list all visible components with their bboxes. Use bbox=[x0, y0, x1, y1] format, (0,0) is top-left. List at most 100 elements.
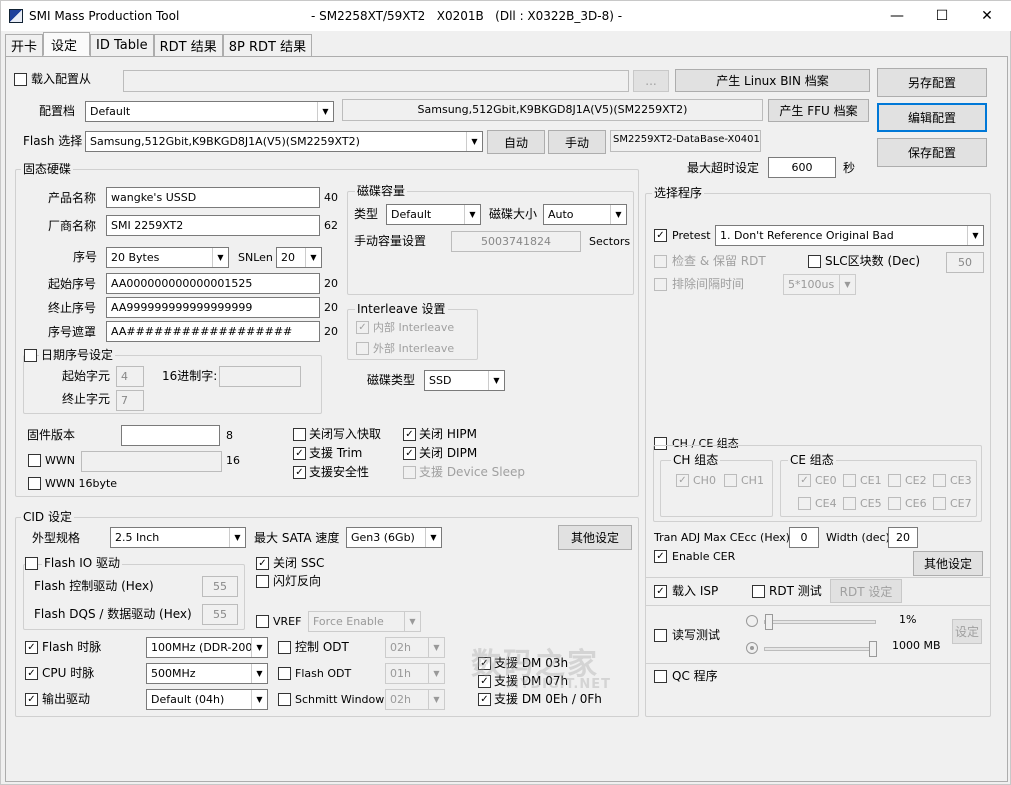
pretest-checkbox[interactable]: ✓ bbox=[654, 229, 667, 242]
end-char-input[interactable]: 7 bbox=[116, 390, 144, 411]
trim-checkbox[interactable]: ✓ bbox=[293, 447, 306, 460]
wwn-checkbox[interactable] bbox=[28, 454, 41, 467]
save-as-button[interactable]: 另存配置 bbox=[877, 68, 987, 97]
manual-capacity-input[interactable]: 5003741824 bbox=[451, 231, 581, 252]
hipm-checkbox[interactable]: ✓ bbox=[403, 428, 416, 441]
ce7-checkbox[interactable] bbox=[933, 497, 946, 510]
dm0e-checkbox[interactable]: ✓ bbox=[478, 693, 491, 706]
flash-ctrl-drive-input[interactable]: 55 bbox=[202, 576, 238, 597]
close-write-cache-checkbox[interactable] bbox=[293, 428, 306, 441]
tab-8p-rdt-result[interactable]: 8P RDT 结果 bbox=[222, 34, 313, 56]
load-config-checkbox[interactable] bbox=[14, 73, 27, 86]
cid-other-settings-button[interactable]: 其他设定 bbox=[558, 525, 632, 550]
rw-percent-radio[interactable] bbox=[746, 615, 758, 627]
rdt-setting-button[interactable]: RDT 设定 bbox=[830, 579, 902, 603]
check-rdt-checkbox[interactable] bbox=[654, 255, 667, 268]
exclude-interval-select[interactable]: 5*100us ▼ bbox=[783, 274, 856, 295]
save-config-button[interactable]: 保存配置 bbox=[877, 138, 987, 167]
tran-adj-input[interactable]: 0 bbox=[789, 527, 819, 548]
ch0-checkbox[interactable]: ✓ bbox=[676, 474, 689, 487]
date-sn-checkbox[interactable] bbox=[24, 349, 37, 362]
serial-select[interactable]: 20 Bytes ▼ bbox=[106, 247, 229, 268]
program-other-settings-button[interactable]: 其他设定 bbox=[913, 551, 983, 576]
ce6-checkbox[interactable] bbox=[888, 497, 901, 510]
ctrl-odt-checkbox[interactable] bbox=[278, 641, 291, 654]
snlen-select[interactable]: 20 ▼ bbox=[276, 247, 322, 268]
close-ssc-checkbox[interactable]: ✓ bbox=[256, 557, 269, 570]
size-slider-track[interactable] bbox=[764, 647, 876, 651]
rw-size-radio[interactable] bbox=[746, 642, 758, 654]
sn-mask-input[interactable]: AA################## bbox=[106, 321, 320, 342]
flash-clock-checkbox[interactable]: ✓ bbox=[25, 641, 38, 654]
cpu-clock-select[interactable]: 500MHz ▼ bbox=[146, 663, 268, 684]
fw-version-input[interactable] bbox=[121, 425, 220, 446]
ce3-checkbox[interactable] bbox=[933, 474, 946, 487]
ce1-checkbox[interactable] bbox=[843, 474, 856, 487]
size-slider-thumb[interactable] bbox=[869, 641, 877, 657]
flash-odt-select[interactable]: 01h ▼ bbox=[385, 663, 445, 684]
flash-odt-checkbox[interactable] bbox=[278, 667, 291, 680]
product-name-input[interactable]: wangke's USSD bbox=[106, 187, 320, 208]
capacity-type-select[interactable]: Default ▼ bbox=[386, 204, 481, 225]
dipm-checkbox[interactable]: ✓ bbox=[403, 447, 416, 460]
schmitt-select[interactable]: 02h ▼ bbox=[385, 689, 445, 710]
slc-input[interactable]: 50 bbox=[946, 252, 984, 273]
schmitt-checkbox[interactable] bbox=[278, 693, 291, 706]
config-path-field[interactable] bbox=[123, 70, 629, 92]
external-interleave-checkbox[interactable] bbox=[356, 342, 369, 355]
pretest-select[interactable]: 1. Don't Reference Original Bad ▼ bbox=[715, 225, 984, 246]
maximize-icon[interactable]: ☐ bbox=[919, 1, 965, 31]
form-factor-select[interactable]: 2.5 Inch ▼ bbox=[110, 527, 246, 548]
start-char-input[interactable]: 4 bbox=[116, 366, 144, 387]
ce4-checkbox[interactable] bbox=[798, 497, 811, 510]
rdt-test-checkbox[interactable] bbox=[752, 585, 765, 598]
tab-rdt-result[interactable]: RDT 结果 bbox=[153, 34, 223, 56]
enable-cer-checkbox[interactable]: ✓ bbox=[654, 550, 667, 563]
cpu-clock-checkbox[interactable]: ✓ bbox=[25, 667, 38, 680]
close-icon[interactable]: ✕ bbox=[964, 1, 1010, 31]
output-drive-checkbox[interactable]: ✓ bbox=[25, 693, 38, 706]
browse-button[interactable]: ... bbox=[633, 70, 669, 92]
vendor-name-input[interactable]: SMI 2259XT2 bbox=[106, 215, 320, 236]
ctrl-odt-select[interactable]: 02h ▼ bbox=[385, 637, 445, 658]
manual-button[interactable]: 手动 bbox=[548, 130, 606, 154]
sata-speed-select[interactable]: Gen3 (6Gb) ▼ bbox=[346, 527, 442, 548]
vref-checkbox[interactable] bbox=[256, 615, 269, 628]
internal-interleave-checkbox[interactable]: ✓ bbox=[356, 321, 369, 334]
wwn16-checkbox[interactable] bbox=[28, 477, 41, 490]
ffu-button[interactable]: 产生 FFU 档案 bbox=[768, 99, 869, 122]
flash-io-checkbox[interactable] bbox=[25, 557, 38, 570]
disk-size-select[interactable]: Auto ▼ bbox=[543, 204, 627, 225]
output-drive-select[interactable]: Default (04h) ▼ bbox=[146, 689, 268, 710]
slc-checkbox[interactable] bbox=[808, 255, 821, 268]
flash-select[interactable]: Samsung,512Gbit,K9BKGD8J1A(V5)(SM2259XT2… bbox=[85, 131, 483, 152]
flash-clock-select[interactable]: 100MHz (DDR-200) ▼ bbox=[146, 637, 268, 658]
load-isp-checkbox[interactable]: ✓ bbox=[654, 585, 667, 598]
security-checkbox[interactable]: ✓ bbox=[293, 466, 306, 479]
ce0-checkbox[interactable]: ✓ bbox=[798, 474, 811, 487]
linux-bin-button[interactable]: 产生 Linux BIN 档案 bbox=[675, 69, 870, 92]
qc-checkbox[interactable] bbox=[654, 670, 667, 683]
led-invert-checkbox[interactable] bbox=[256, 575, 269, 588]
width-input[interactable]: 20 bbox=[888, 527, 918, 548]
ch1-checkbox[interactable] bbox=[724, 474, 737, 487]
disk-type-select[interactable]: SSD ▼ bbox=[424, 370, 505, 391]
auto-button[interactable]: 自动 bbox=[487, 130, 545, 154]
percent-slider-thumb[interactable] bbox=[765, 614, 773, 630]
exclude-interval-checkbox[interactable] bbox=[654, 278, 667, 291]
end-sn-input[interactable]: AA999999999999999999 bbox=[106, 297, 320, 318]
profile-select[interactable]: Default ▼ bbox=[85, 101, 334, 122]
percent-slider-track[interactable] bbox=[764, 620, 876, 624]
tab-settings[interactable]: 设定 bbox=[43, 32, 91, 56]
timeout-input[interactable]: 600 bbox=[768, 157, 836, 178]
wwn-input[interactable] bbox=[81, 451, 222, 472]
vref-select[interactable]: Force Enable ▼ bbox=[308, 611, 421, 632]
ce5-checkbox[interactable] bbox=[843, 497, 856, 510]
start-sn-input[interactable]: AA000000000000001525 bbox=[106, 273, 320, 294]
device-sleep-checkbox[interactable] bbox=[403, 466, 416, 479]
rw-setting-button[interactable]: 设定 bbox=[952, 619, 982, 644]
tab-open-card[interactable]: 开卡 bbox=[5, 34, 44, 56]
rw-test-checkbox[interactable] bbox=[654, 629, 667, 642]
flash-dqs-drive-input[interactable]: 55 bbox=[202, 604, 238, 625]
minimize-icon[interactable]: — bbox=[874, 1, 920, 31]
